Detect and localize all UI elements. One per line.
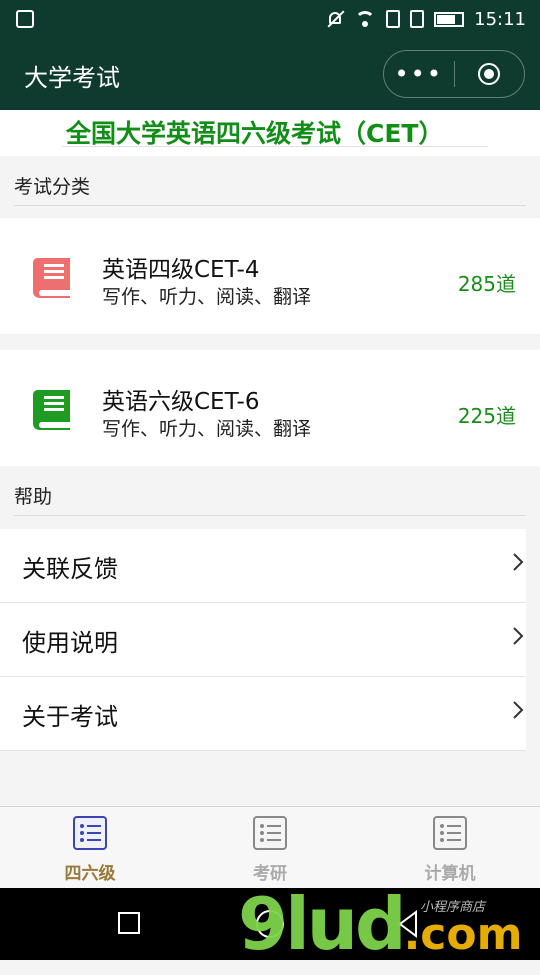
section-label: 帮助: [14, 486, 53, 508]
watermark-suffix: .com: [403, 909, 523, 960]
chevron-right-icon: [513, 553, 524, 571]
chevron-right-icon: [513, 627, 524, 645]
help-item-about[interactable]: 关于考试: [0, 677, 526, 751]
watermark-slogan: 小程序商店: [420, 900, 486, 915]
status-time: 15:11: [474, 8, 526, 30]
tab-computer[interactable]: 计算机: [360, 807, 540, 889]
exam-description: 写作、听力、阅读、翻译: [102, 418, 312, 440]
miniapp-capsule: •••: [383, 50, 525, 98]
section-header-exam: 考试分类: [0, 158, 540, 206]
watermark-brand: 9lud: [238, 882, 407, 966]
more-menu-button[interactable]: •••: [384, 51, 454, 97]
banner: 全国大学英语四六级考试（CET）: [0, 110, 540, 156]
tab-label: 四六级: [64, 864, 116, 884]
exam-name: 英语四级CET-4: [102, 257, 260, 283]
target-icon: [478, 63, 501, 85]
list-icon: [253, 816, 287, 850]
help-item-instructions[interactable]: 使用说明: [0, 603, 526, 677]
section-header-help: 帮助: [0, 468, 540, 516]
navigation-bar: 大学考试 •••: [0, 38, 540, 110]
tab-label: 考研: [253, 864, 287, 884]
book-icon: [33, 258, 70, 298]
list-icon: [433, 816, 467, 850]
section-divider: [14, 205, 526, 206]
status-bar: 15:11: [0, 0, 540, 38]
exam-card-cet4[interactable]: 英语四级CET-4 写作、听力、阅读、翻译 285道: [0, 218, 540, 334]
tab-postgrad[interactable]: 考研: [180, 807, 360, 889]
battery-icon: [434, 11, 465, 27]
sim1-icon: [386, 10, 401, 28]
help-item-feedback[interactable]: 关联反馈: [0, 529, 526, 603]
section-label: 考试分类: [14, 176, 91, 198]
help-item-label: 关于考试: [22, 703, 118, 731]
question-count: 225道: [457, 404, 516, 428]
tab-bar: 四六级 考研 计算机: [0, 806, 540, 888]
help-list: 关联反馈 使用说明 关于考试: [0, 529, 526, 751]
list-icon: [73, 816, 107, 850]
exam-description: 写作、听力、阅读、翻译: [102, 286, 312, 308]
question-count: 285道: [457, 272, 516, 296]
tab-label: 计算机: [424, 864, 476, 884]
exam-name: 英语六级CET-6: [102, 389, 260, 415]
sim2-icon: [410, 10, 425, 28]
exam-card-cet6[interactable]: 英语六级CET-6 写作、听力、阅读、翻译 225道: [0, 350, 540, 466]
book-icon: [33, 390, 70, 430]
screenshot-icon: [16, 10, 34, 28]
help-item-label: 关联反馈: [22, 555, 118, 583]
tab-cet[interactable]: 四六级: [0, 807, 180, 889]
notification-off-icon: [326, 10, 344, 28]
chevron-right-icon: [513, 701, 524, 719]
banner-title: 全国大学英语四六级考试（CET）: [66, 119, 444, 148]
close-miniapp-button[interactable]: [455, 63, 525, 85]
page-title: 大学考试: [24, 64, 120, 92]
recent-apps-button[interactable]: [118, 912, 140, 934]
section-divider: [14, 515, 526, 516]
help-item-label: 使用说明: [22, 629, 118, 657]
wifi-icon: [354, 10, 376, 28]
banner-divider: [62, 146, 488, 147]
